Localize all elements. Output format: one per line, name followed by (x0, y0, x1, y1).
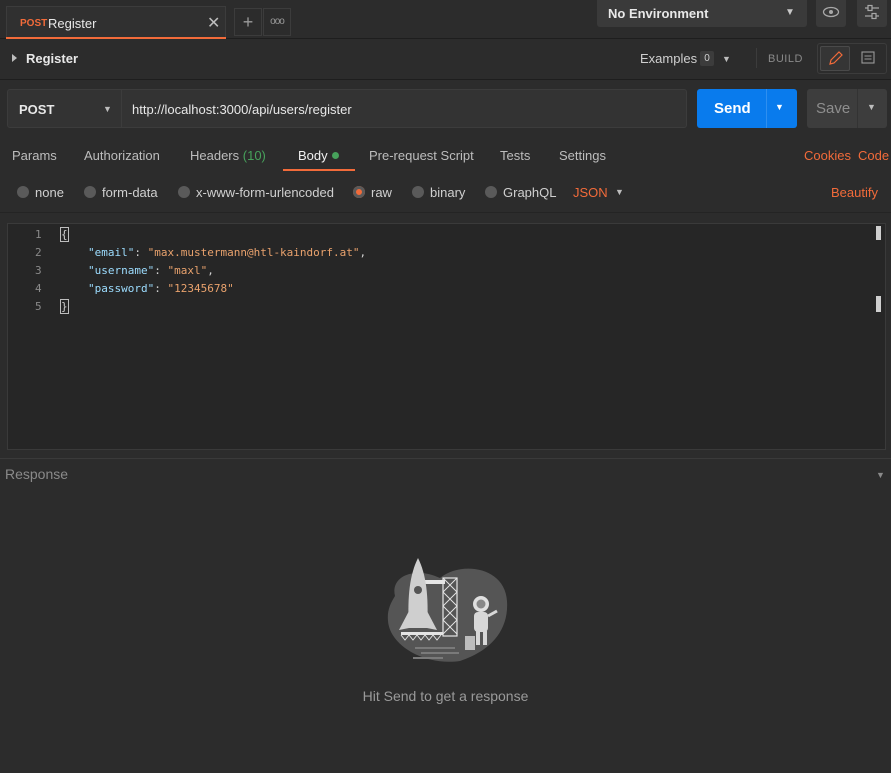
radio-binary[interactable] (412, 186, 424, 198)
radio-urlencoded[interactable] (178, 186, 190, 198)
response-collapse-chevron-icon[interactable]: ▼ (876, 470, 885, 480)
json-key: "password" (88, 282, 155, 295)
edit-mode-button[interactable] (820, 46, 850, 71)
url-value: http://localhost:3000/api/users/register (132, 102, 352, 117)
tab-method-badge: POST (20, 18, 48, 29)
json-comma: , (207, 264, 214, 277)
request-title-bar (0, 39, 891, 80)
request-title[interactable]: Register (26, 51, 78, 66)
tab-pre-request-script[interactable]: Pre-request Script (369, 148, 474, 163)
radio-none[interactable] (17, 186, 29, 198)
request-tab[interactable]: POST Register ✕ (6, 6, 226, 38)
tab-name: Register (48, 16, 97, 31)
json-colon: : (154, 264, 168, 277)
radio-raw-label[interactable]: raw (371, 185, 392, 200)
editor-scrollbar-thumb[interactable] (876, 226, 881, 240)
tab-authorization[interactable]: Authorization (84, 148, 160, 163)
manage-environments-button[interactable] (857, 0, 887, 27)
method-select[interactable]: POST ▼ (7, 89, 122, 128)
ellipsis-icon: ooo (270, 16, 285, 27)
divider (0, 212, 891, 213)
radio-urlencoded-label[interactable]: x-www-form-urlencoded (196, 185, 334, 200)
expand-arrow-icon[interactable] (12, 54, 17, 62)
url-input[interactable]: http://localhost:3000/api/users/register (122, 89, 687, 128)
radio-raw[interactable] (353, 186, 365, 198)
examples-label[interactable]: Examples (640, 51, 697, 66)
line-number: 5 (35, 300, 42, 313)
send-options-chevron-icon[interactable]: ▼ (775, 102, 784, 112)
save-button[interactable]: Save ▼ (807, 89, 887, 128)
body-status-dot (332, 152, 339, 159)
send-label: Send (714, 100, 751, 117)
examples-chevron-down-icon[interactable]: ▼ (722, 54, 731, 64)
line-number: 4 (35, 282, 42, 295)
tab-headers-label: Headers (190, 148, 240, 163)
sliders-icon (865, 4, 879, 20)
response-empty-hint: Hit Send to get a response (362, 688, 529, 704)
radio-binary-label[interactable]: binary (430, 185, 465, 200)
comments-mode-button[interactable] (853, 46, 883, 71)
json-key: "username" (88, 264, 155, 277)
build-label: BUILD (768, 53, 803, 65)
radio-form-data-label[interactable]: form-data (102, 185, 158, 200)
cookies-link[interactable]: Cookies (804, 148, 851, 163)
radio-graphql[interactable] (485, 186, 497, 198)
code-open-brace: { (60, 227, 69, 242)
save-divider (857, 89, 858, 128)
save-options-chevron-icon[interactable]: ▼ (867, 102, 876, 112)
response-title: Response (5, 466, 69, 482)
tab-settings[interactable]: Settings (559, 148, 606, 163)
format-chevron-down-icon[interactable]: ▼ (615, 187, 624, 197)
environment-select[interactable]: No Environment ▼ (597, 0, 807, 27)
json-value: "12345678" (167, 282, 234, 295)
format-select[interactable]: JSON (573, 185, 608, 200)
body-editor[interactable]: 1 2 3 4 5 { "email": "max.mustermann@htl… (7, 223, 886, 450)
line-number: 1 (35, 228, 42, 241)
json-comma: , (359, 246, 367, 259)
code-link[interactable]: Code (858, 148, 889, 163)
send-divider (766, 89, 767, 128)
json-value: "max.mustermann@htl-kaindorf.at" (147, 246, 360, 259)
plus-icon: + (242, 12, 254, 32)
new-tab-button[interactable]: + (234, 8, 262, 36)
line-number: 3 (35, 264, 42, 277)
chevron-down-icon: ▼ (785, 7, 795, 18)
examples-count-badge: 0 (700, 51, 714, 66)
code-line: "password": "12345678" (88, 282, 234, 295)
more-tabs-button[interactable]: ooo (263, 8, 291, 36)
editor-scrollbar-marker[interactable] (876, 296, 881, 312)
comment-icon (861, 51, 875, 64)
environment-label: No Environment (608, 6, 709, 21)
eye-icon (822, 6, 840, 18)
close-icon[interactable]: ✕ (207, 13, 220, 33)
chevron-down-icon: ▼ (103, 104, 112, 114)
tab-headers[interactable]: Headers (10) (190, 148, 266, 163)
radio-graphql-label[interactable]: GraphQL (503, 185, 556, 200)
json-colon: : (134, 246, 148, 259)
headers-count: (10) (242, 148, 266, 163)
response-divider[interactable] (0, 458, 891, 459)
beautify-link[interactable]: Beautify (831, 185, 878, 200)
tab-params[interactable]: Params (12, 148, 57, 163)
rocket-launch-illustration-icon (387, 558, 508, 662)
tab-tests[interactable]: Tests (500, 148, 530, 163)
json-key: "email" (88, 246, 135, 259)
json-value: "maxl" (167, 264, 208, 277)
environment-quick-look-button[interactable] (816, 0, 846, 27)
radio-none-label[interactable]: none (35, 185, 64, 200)
save-label: Save (816, 100, 851, 117)
method-label: POST (19, 102, 55, 117)
tab-body[interactable]: Body (298, 148, 328, 163)
divider (756, 48, 757, 68)
code-close-brace: } (60, 299, 69, 314)
active-tab-underline (283, 169, 355, 171)
radio-form-data[interactable] (84, 186, 96, 198)
code-line: "email": "max.mustermann@htl-kaindorf.at… (88, 246, 366, 259)
line-number: 2 (35, 246, 42, 259)
json-colon: : (154, 282, 168, 295)
code-line: "username": "maxl", (88, 264, 214, 277)
send-button[interactable]: Send ▼ (697, 89, 797, 128)
pencil-icon (829, 51, 843, 65)
